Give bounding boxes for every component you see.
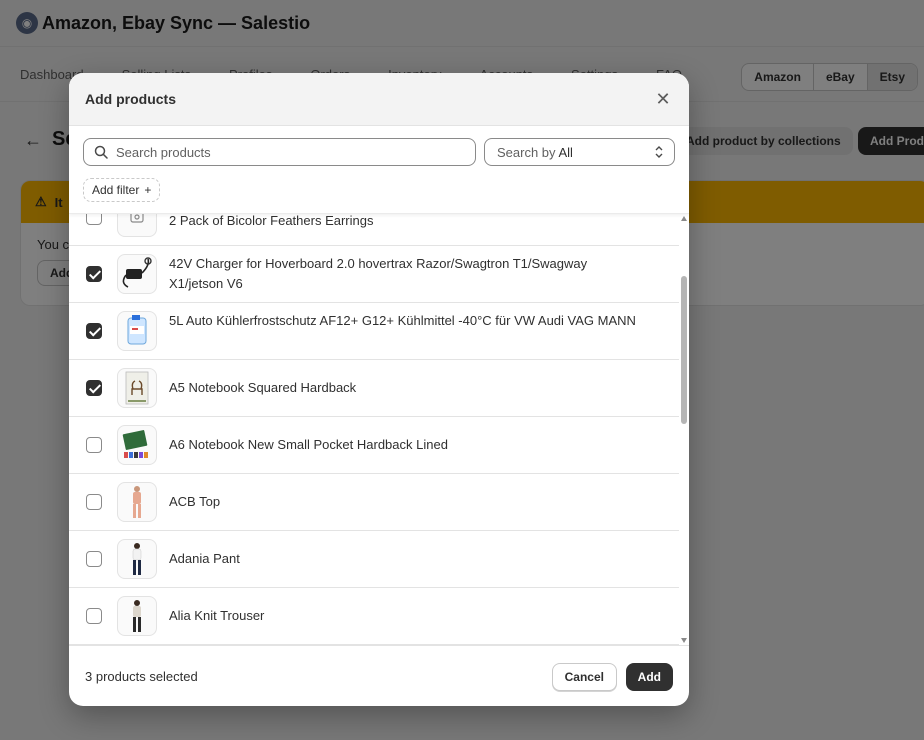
product-name: ACB Top — [169, 494, 221, 509]
product-row[interactable]: A5 Notebook Squared Hardback — [69, 360, 679, 417]
product-row[interactable]: 2 Pack of Bicolor Feathers Earrings — [69, 214, 679, 246]
product-thumbnail — [117, 214, 157, 237]
product-row[interactable]: 42V Charger for Hoverboard 2.0 hovertrax… — [69, 246, 679, 303]
product-checkbox[interactable] — [86, 323, 102, 339]
product-row[interactable]: Adania Pant — [69, 531, 679, 588]
product-list: 2 Pack of Bicolor Feathers Earrings 42V … — [69, 214, 689, 645]
product-thumbnail — [117, 482, 157, 522]
apparel-image — [133, 486, 141, 518]
modal-footer: 3 products selected Cancel Add — [69, 645, 689, 706]
product-name: 42V Charger for Hoverboard 2.0 hovertrax… — [169, 256, 588, 291]
plus-icon: + — [144, 183, 152, 197]
product-name: Adania Pant — [169, 551, 240, 566]
add-filter-button[interactable]: Add filter + — [83, 178, 161, 202]
product-row[interactable]: 5L Auto Kühlerfrostschutz AF12+ G12+ Küh… — [69, 303, 679, 360]
product-name: A6 Notebook New Small Pocket Hardback Li… — [169, 437, 448, 452]
product-checkbox[interactable] — [86, 551, 102, 567]
product-checkbox[interactable] — [86, 437, 102, 453]
close-icon[interactable]: ✕ — [655, 90, 671, 108]
product-row[interactable]: Alia Knit Trouser — [69, 588, 679, 645]
notebook-green-image — [122, 430, 148, 458]
product-checkbox[interactable] — [86, 266, 102, 282]
product-row[interactable]: A6 Notebook New Small Pocket Hardback Li… — [69, 417, 679, 474]
coolant-image — [127, 315, 147, 345]
filter-area: Search by All Add filter + — [69, 126, 689, 214]
selected-count: 3 products selected — [85, 668, 198, 684]
modal-header: Add products ✕ — [69, 73, 689, 126]
apparel-image — [133, 600, 141, 632]
search-by-select[interactable]: Search by All — [484, 138, 675, 166]
product-checkbox[interactable] — [86, 214, 102, 225]
list-scrollbar[interactable] — [679, 214, 689, 645]
search-box — [83, 138, 476, 166]
scrollbar-thumb[interactable] — [681, 276, 687, 424]
chevron-updown-icon — [655, 146, 663, 158]
product-name: 5L Auto Kühlerfrostschutz AF12+ G12+ Küh… — [169, 313, 636, 328]
scroll-down-arrow-icon[interactable] — [681, 638, 687, 643]
search-input[interactable] — [116, 144, 456, 160]
image-placeholder-icon — [130, 214, 144, 223]
product-thumbnail — [117, 311, 157, 351]
product-checkbox[interactable] — [86, 380, 102, 396]
product-row[interactable]: ACB Top — [69, 474, 679, 531]
apparel-image — [132, 543, 142, 575]
search-icon — [94, 145, 108, 159]
product-thumbnail — [117, 254, 157, 294]
scroll-up-arrow-icon[interactable] — [681, 216, 687, 221]
add-products-modal: Add products ✕ Search by All Add filter — [69, 73, 689, 706]
product-thumbnail — [117, 596, 157, 636]
product-thumbnail — [117, 368, 157, 408]
product-checkbox[interactable] — [86, 494, 102, 510]
notebook-deer-image — [125, 371, 149, 405]
add-filter-label: Add filter — [92, 183, 140, 197]
product-name: Alia Knit Trouser — [169, 608, 265, 623]
search-by-prefix: Search by — [497, 144, 556, 160]
product-checkbox[interactable] — [86, 608, 102, 624]
product-name: A5 Notebook Squared Hardback — [169, 380, 357, 395]
cancel-button[interactable]: Cancel — [551, 663, 617, 691]
charger-image — [122, 257, 152, 288]
add-button[interactable]: Add — [625, 663, 673, 691]
product-thumbnail — [117, 425, 157, 465]
search-by-value: All — [558, 144, 573, 160]
product-thumbnail — [117, 539, 157, 579]
modal-title: Add products — [85, 91, 176, 107]
product-name: 2 Pack of Bicolor Feathers Earrings — [169, 214, 374, 228]
